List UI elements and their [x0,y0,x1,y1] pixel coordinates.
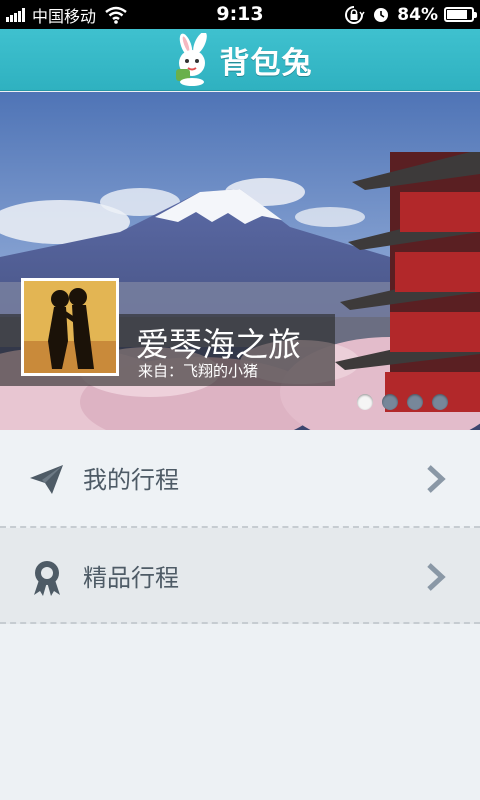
featured-banner[interactable]: 爱琴海之旅 来自：飞翔的小猪 [0,92,480,430]
battery-icon [444,7,477,22]
pager-dots[interactable] [357,394,457,410]
banner-caption: 爱琴海之旅 来自：飞翔的小猪 [0,278,335,386]
divider [0,622,480,624]
paper-plane-icon [30,465,63,494]
chevron-right-icon [427,465,446,493]
featured-trips-label: 精品行程 [83,564,179,592]
chevron-right-icon [427,563,446,591]
pager-dot[interactable] [407,394,423,410]
pager-dot[interactable] [382,394,398,410]
battery-percent: 84% [397,4,438,25]
battery-fill [447,10,468,19]
alarm-icon [374,7,389,22]
trip-title: 爱琴海之旅 [136,325,301,364]
award-ribbon-icon [34,561,60,596]
pager-dot[interactable] [432,394,448,410]
featured-trips-item[interactable]: 精品行程 [0,528,480,624]
app-title: 背包兔 [219,46,313,81]
avatar[interactable] [21,278,119,376]
pager-dot[interactable] [357,394,373,410]
my-trips-label: 我的行程 [83,466,179,494]
trip-author: 来自：飞翔的小猪 [138,362,259,380]
logo: 背包兔 [0,33,480,87]
rotation-lock-icon [345,5,365,24]
couple-silhouette-image [24,281,116,373]
my-trips-item[interactable]: 我的行程 [0,430,480,526]
rabbit-mascot-icon [175,33,207,86]
app-header: 背包兔 [0,29,480,91]
status-bar: 中国移动 9:13 84% [0,0,480,29]
